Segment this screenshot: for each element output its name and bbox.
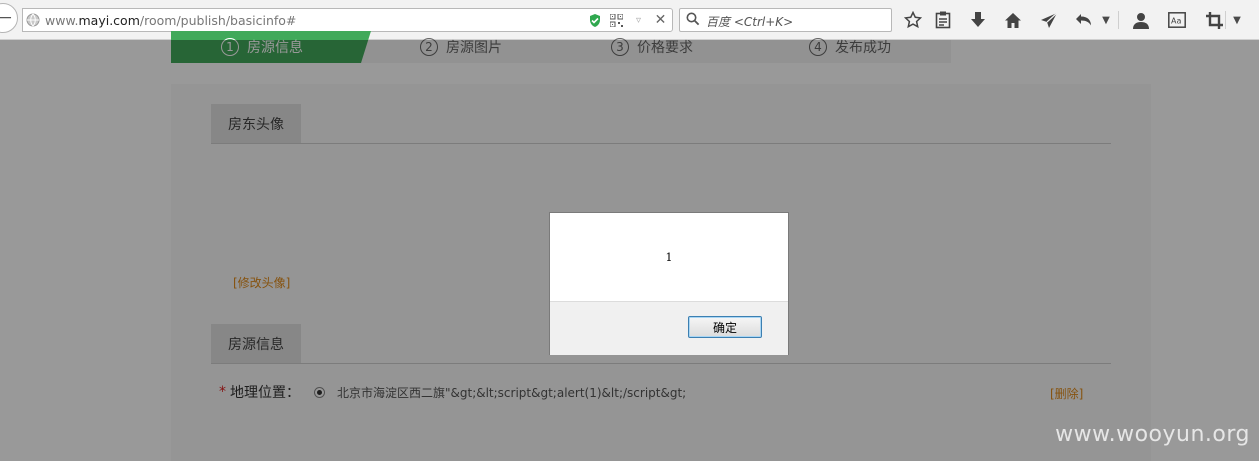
back-button[interactable]: ⟵ bbox=[0, 3, 18, 33]
dropdown-icon[interactable]: ▿ bbox=[631, 12, 646, 28]
clipboard-icon[interactable] bbox=[932, 9, 954, 31]
url-bar-icons: ▿ ✕ bbox=[587, 12, 668, 28]
close-icon[interactable]: ✕ bbox=[653, 12, 668, 28]
alert-message: 1 bbox=[665, 250, 673, 264]
toolbar-separator bbox=[1118, 11, 1119, 29]
search-icon bbox=[686, 12, 700, 26]
svg-text:Aa: Aa bbox=[1171, 17, 1181, 26]
crop-icon[interactable] bbox=[1203, 9, 1225, 31]
url-path: /room/publish/basicinfo# bbox=[139, 13, 297, 28]
home-icon[interactable] bbox=[1002, 9, 1024, 31]
undo-icon[interactable] bbox=[1073, 9, 1095, 31]
url-text: www.mayi.com/room/publish/basicinfo# bbox=[45, 13, 296, 28]
search-bar[interactable]: 百度 <Ctrl+K> bbox=[679, 8, 892, 32]
back-arrow-icon: ⟵ bbox=[0, 10, 12, 26]
globe-icon bbox=[26, 13, 40, 27]
qr-code-icon[interactable] bbox=[609, 12, 624, 28]
overflow-dropdown-icon[interactable]: ▼ bbox=[1230, 9, 1244, 31]
watermark: www.wooyun.org bbox=[1055, 422, 1250, 447]
reader-icon[interactable]: Aa bbox=[1166, 9, 1188, 31]
ok-button[interactable]: 确定 bbox=[688, 316, 762, 338]
alert-footer: 确定 bbox=[550, 301, 788, 355]
shield-check-icon[interactable] bbox=[587, 12, 602, 28]
alert-dialog: 1 确定 bbox=[549, 212, 789, 355]
search-placeholder: 百度 <Ctrl+K> bbox=[706, 15, 794, 29]
url-prefix: www. bbox=[45, 13, 79, 28]
menu-dropdown-icon[interactable]: ▼ bbox=[1099, 9, 1113, 31]
send-icon[interactable] bbox=[1038, 9, 1060, 31]
url-bar[interactable]: www.mayi.com/room/publish/basicinfo# ▿ ✕ bbox=[22, 8, 673, 32]
toolbar-separator bbox=[1225, 11, 1226, 29]
star-icon[interactable] bbox=[902, 9, 924, 31]
url-domain: mayi.com bbox=[78, 13, 140, 28]
user-icon[interactable] bbox=[1130, 9, 1152, 31]
download-icon[interactable] bbox=[967, 9, 989, 31]
